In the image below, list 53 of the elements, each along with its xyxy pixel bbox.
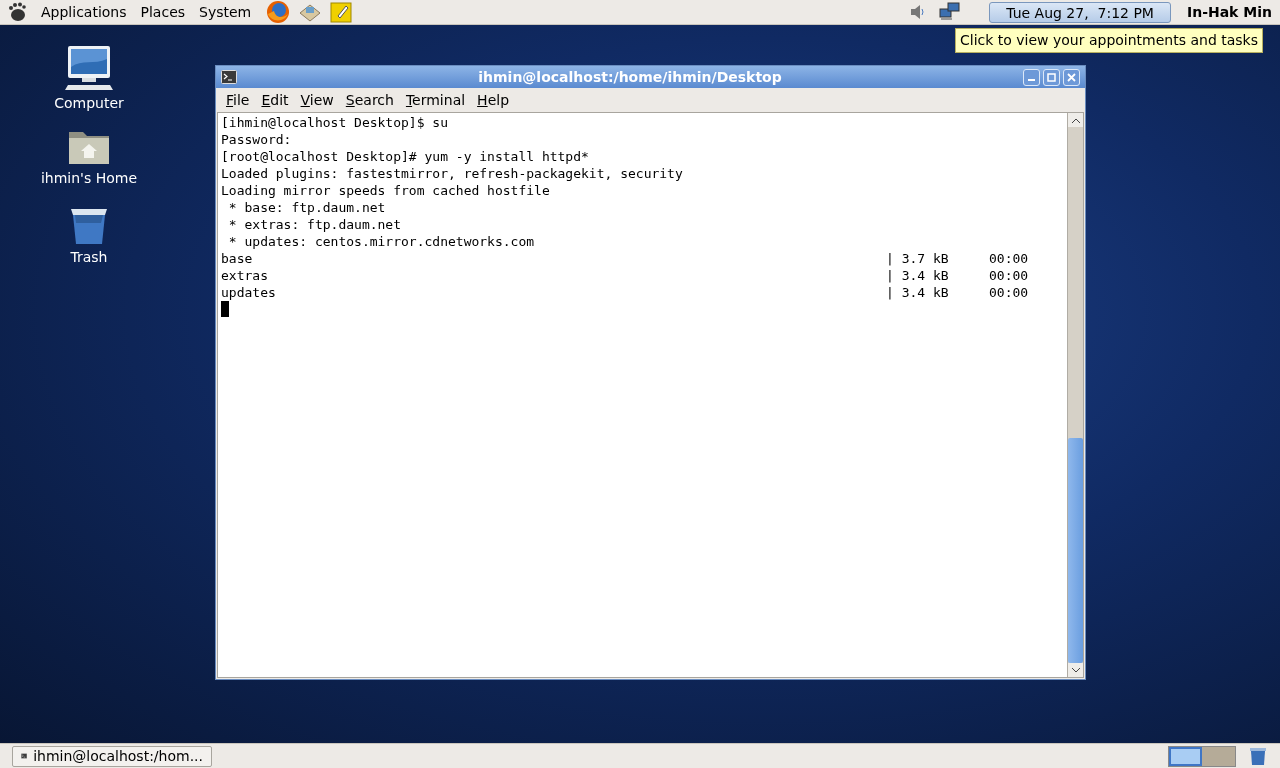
repo-time: 00:00 — [989, 267, 1029, 284]
clock-button[interactable]: Tue Aug 27, 7:12 PM — [989, 1, 1171, 23]
terminal-line: Password: — [221, 131, 293, 148]
taskbar-button[interactable]: ihmin@localhost:/hom... — [12, 745, 212, 767]
terminal-line: * updates: centos.mirror.cdnetworks.com — [227, 233, 536, 250]
desktop-icon-label[interactable]: Trash — [70, 247, 108, 268]
desktop-icon-label[interactable]: Computer — [54, 93, 124, 114]
repo-time: 00:00 — [989, 250, 1029, 267]
scroll-thumb[interactable] — [1068, 438, 1083, 663]
panel-menu[interactable]: Applications — [34, 0, 134, 24]
terminal-line: Loaded plugins: fastestmirror, refresh-packagekit, security — [221, 165, 684, 182]
menu-item[interactable]: View — [294, 89, 340, 111]
scroll-up-icon[interactable] — [1071, 117, 1080, 123]
tooltip: Click to view your appointments and tasks — [955, 28, 1263, 53]
menu-item[interactable]: Terminal — [399, 89, 472, 111]
menu-item[interactable]: Edit — [255, 89, 295, 111]
repo-size: | 3.4 kB — [886, 267, 950, 284]
desktop-icon-label[interactable]: ihmin's Home — [40, 168, 138, 189]
menu-item[interactable]: File — [220, 89, 256, 111]
maximize-icon — [1047, 72, 1056, 82]
repo-time: 00:00 — [989, 284, 1029, 301]
menu-item[interactable]: Help — [471, 89, 516, 111]
panel-menu[interactable]: Places — [133, 0, 193, 24]
menu-item[interactable]: Search — [339, 89, 400, 111]
computer-icon — [64, 45, 114, 91]
terminal-line: * extras: ftp.daum.net — [227, 216, 402, 233]
terminal-line: [root@localhost Desktop]# yum -y install httpd* — [221, 148, 590, 165]
minimize-button[interactable] — [1023, 68, 1040, 86]
firefox-icon[interactable] — [266, 0, 291, 24]
terminal-line: [ihmin@localhost Desktop]$ su — [221, 114, 449, 131]
repo-name: extras — [221, 267, 269, 284]
scrollbar[interactable] — [1067, 113, 1083, 677]
workspace-button[interactable] — [1169, 746, 1202, 766]
repo-name: updates — [221, 284, 277, 301]
repo-size: | 3.7 kB — [886, 250, 950, 267]
terminal-line: * base: ftp.daum.net — [227, 199, 387, 216]
repo-size: | 3.4 kB — [886, 284, 950, 301]
scroll-down-icon[interactable] — [1071, 667, 1080, 673]
user-name: In-Hak Min — [1186, 2, 1272, 22]
terminal-icon — [221, 70, 237, 84]
text-cursor — [221, 301, 229, 317]
repo-name: base — [221, 250, 254, 267]
terminal-line: Loading mirror speeds from cached hostfile — [221, 182, 551, 199]
close-button[interactable] — [1063, 68, 1080, 86]
foot-logo-icon[interactable] — [8, 2, 26, 22]
network-computers-icon[interactable] — [939, 2, 962, 22]
close-icon — [1067, 72, 1076, 82]
notepad-icon[interactable] — [330, 1, 353, 23]
trash-icon[interactable] — [1248, 746, 1268, 766]
window-title: ihmin@localhost:/home/ihmin/Desktop — [477, 67, 783, 87]
panel-menu[interactable]: System — [192, 0, 259, 24]
maximize-button[interactable] — [1043, 68, 1060, 86]
minimize-icon — [1028, 79, 1035, 81]
